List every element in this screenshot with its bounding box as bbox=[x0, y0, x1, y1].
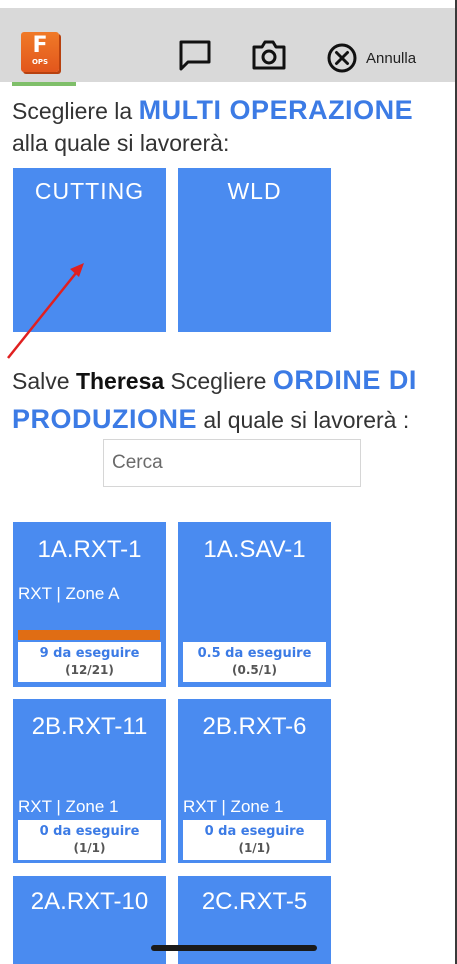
prompt-text: Scegliere bbox=[170, 368, 267, 394]
status-box: 0.5 da eseguire (0.5/1) bbox=[183, 642, 326, 682]
order-prompt: Salve Theresa Scegliere ORDINE DI PRODUZ… bbox=[12, 361, 417, 439]
cancel-label: Annulla bbox=[366, 49, 417, 67]
order-code: 1A.RXT-1 bbox=[37, 536, 142, 563]
operation-label: CUTTING bbox=[34, 178, 145, 204]
order-tile[interactable]: 2B.RXT-11 RXT | Zone 1 0 da eseguire (1/… bbox=[13, 699, 166, 863]
status-text: 0.5 da eseguire bbox=[197, 646, 312, 661]
order-code: 2C.RXT-5 bbox=[201, 888, 308, 915]
home-indicator[interactable] bbox=[151, 945, 317, 951]
logo-sub: OPS bbox=[31, 58, 49, 66]
status-count: (12/21) bbox=[65, 663, 114, 677]
app-logo[interactable]: F OPS bbox=[21, 32, 59, 72]
order-tile[interactable]: 1A.SAV-1 0.5 da eseguire (0.5/1) bbox=[178, 522, 331, 687]
status-text: 9 da eseguire bbox=[39, 646, 140, 661]
green-indicator bbox=[12, 82, 76, 86]
chat-bubble-icon[interactable] bbox=[178, 38, 212, 76]
order-code: 2A.RXT-10 bbox=[30, 888, 149, 915]
user-name: Theresa bbox=[75, 368, 165, 394]
operation-label: WLD bbox=[227, 178, 282, 204]
operation-tile-wld[interactable]: WLD bbox=[178, 168, 331, 332]
operation-prompt: Scegliere la MULTI OPERAZIONE alla quale… bbox=[12, 94, 413, 159]
order-code: 1A.SAV-1 bbox=[203, 536, 306, 563]
prompt-accent: PRODUZIONE bbox=[12, 404, 198, 434]
order-code: 2B.RXT-6 bbox=[202, 713, 307, 740]
progress-bar bbox=[18, 630, 160, 640]
order-tile[interactable]: 2B.RXT-6 RXT | Zone 1 0 da eseguire (1/1… bbox=[178, 699, 331, 863]
camera-icon[interactable] bbox=[251, 38, 287, 76]
prompt-accent: ORDINE DI bbox=[272, 365, 417, 395]
order-zone: RXT | Zone 1 bbox=[183, 797, 284, 816]
prompt-accent: MULTI OPERAZIONE bbox=[138, 95, 414, 125]
order-tile[interactable]: 2A.RXT-10 bbox=[13, 876, 166, 964]
status-text: 0 da eseguire bbox=[204, 824, 305, 839]
search-input[interactable] bbox=[103, 439, 361, 487]
greeting-text: Salve bbox=[12, 368, 70, 394]
cancel-button[interactable]: Annulla bbox=[326, 42, 416, 74]
prompt-text: Scegliere la bbox=[12, 98, 133, 124]
prompt-text: al quale si lavorerà : bbox=[203, 407, 410, 433]
order-zone: RXT | Zone 1 bbox=[18, 797, 119, 816]
top-toolbar: F OPS Annulla bbox=[0, 8, 455, 82]
status-box: 0 da eseguire (1/1) bbox=[183, 820, 326, 860]
status-text: 0 da eseguire bbox=[39, 824, 140, 839]
prompt-text: alla quale si lavorerà: bbox=[12, 130, 230, 156]
status-count: (1/1) bbox=[238, 841, 271, 855]
red-arrow-annotation bbox=[7, 263, 84, 359]
status-box: 9 da eseguire (12/21) bbox=[18, 642, 161, 682]
status-count: (1/1) bbox=[73, 841, 106, 855]
order-tile[interactable]: 1A.RXT-1 RXT | Zone A 9 da eseguire (12/… bbox=[13, 522, 166, 687]
close-circle-icon bbox=[327, 43, 357, 73]
logo-letter: F bbox=[32, 33, 48, 58]
order-zone: RXT | Zone A bbox=[18, 584, 120, 603]
order-code: 2B.RXT-11 bbox=[31, 713, 148, 740]
status-count: (0.5/1) bbox=[232, 663, 277, 677]
status-bar bbox=[0, 0, 457, 8]
status-box: 0 da eseguire (1/1) bbox=[18, 820, 161, 860]
